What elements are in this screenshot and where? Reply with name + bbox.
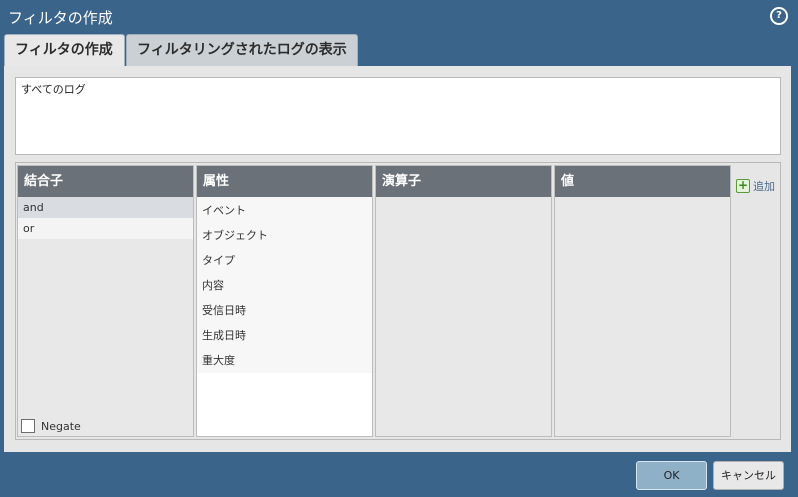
operator-header: 演算子: [376, 166, 551, 197]
ok-button[interactable]: OK: [636, 461, 707, 490]
combiner-header: 結合子: [18, 166, 193, 197]
help-icon[interactable]: ?: [770, 7, 788, 25]
window-title: フィルタの作成: [8, 9, 113, 27]
operator-column: 演算子: [375, 165, 552, 437]
negate-option[interactable]: Negate: [21, 419, 81, 433]
attribute-column: 属性 イベント オブジェクト タイプ 内容 受信日時 生成日時 重大度: [196, 165, 373, 437]
attribute-header: 属性: [197, 166, 372, 197]
tab-view-filtered-logs[interactable]: フィルタリングされたログの表示: [126, 34, 358, 66]
add-button[interactable]: + 追加: [736, 178, 775, 194]
negate-label: Negate: [41, 419, 81, 433]
plus-icon: +: [736, 178, 750, 193]
filter-builder: 結合子 and or Negate 属性 イベント オブジェクト タイプ 内容 …: [15, 162, 781, 440]
attribute-item-event[interactable]: イベント: [197, 198, 372, 223]
combiner-column: 結合子 and or Negate: [17, 165, 194, 437]
title-bar: フィルタの作成 ?: [0, 0, 798, 34]
filter-panel: すべてのログ 結合子 and or Negate 属性 イベント オブジェクト …: [4, 66, 791, 452]
value-column: 値: [554, 165, 731, 437]
attribute-item-generate-time[interactable]: 生成日時: [197, 323, 372, 348]
cancel-button[interactable]: キャンセル: [713, 461, 784, 490]
attribute-list: イベント オブジェクト タイプ 内容 受信日時 生成日時 重大度: [197, 197, 372, 373]
add-label: 追加: [753, 180, 775, 193]
attribute-item-receive-time[interactable]: 受信日時: [197, 298, 372, 323]
value-header: 値: [555, 166, 730, 197]
attribute-item-type[interactable]: タイプ: [197, 248, 372, 273]
combiner-item-and[interactable]: and: [18, 197, 193, 218]
tab-create-filter[interactable]: フィルタの作成: [4, 34, 125, 66]
negate-checkbox[interactable]: [21, 419, 35, 433]
combiner-item-or[interactable]: or: [18, 218, 193, 239]
filter-expression-field[interactable]: すべてのログ: [15, 77, 781, 155]
attribute-item-severity[interactable]: 重大度: [197, 348, 372, 373]
attribute-item-content[interactable]: 内容: [197, 273, 372, 298]
attribute-item-object[interactable]: オブジェクト: [197, 223, 372, 248]
